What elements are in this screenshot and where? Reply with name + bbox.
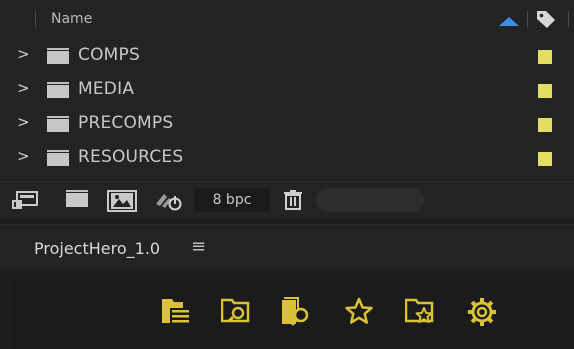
name-column-header[interactable]: Name — [51, 11, 92, 27]
column-divider — [527, 11, 528, 27]
column-header: Name — [0, 6, 574, 32]
folder-name: RESOURCES — [78, 147, 184, 167]
trash-icon[interactable] — [284, 190, 302, 214]
hero-toolbar — [12, 279, 574, 349]
interpret-footage-icon[interactable] — [12, 190, 38, 214]
label-color-swatch[interactable] — [538, 152, 552, 166]
project-settings-icon[interactable] — [154, 190, 184, 216]
new-composition-icon[interactable] — [107, 190, 137, 216]
color-depth-button[interactable]: 8 bpc — [194, 188, 270, 212]
panel-title: ProjectHero_1.0 — [34, 239, 161, 258]
sort-ascending-icon[interactable] — [499, 17, 519, 26]
label-color-swatch[interactable] — [538, 50, 552, 64]
folder-name: PRECOMPS — [78, 113, 174, 133]
chevron-right-icon[interactable]: > — [17, 79, 30, 97]
list-item[interactable]: > RESOURCES — [0, 140, 574, 174]
folder-icon — [47, 82, 69, 103]
label-tag-icon[interactable] — [535, 8, 557, 34]
folder-icon — [47, 48, 69, 69]
project-search-input[interactable] — [316, 188, 424, 212]
column-divider — [35, 11, 36, 27]
folder-search-icon[interactable] — [220, 297, 253, 329]
chevron-right-icon[interactable]: > — [17, 113, 30, 131]
folder-name: COMPS — [78, 45, 140, 65]
folder-star-icon[interactable] — [404, 297, 437, 331]
file-search-icon[interactable] — [280, 297, 312, 331]
star-icon[interactable] — [344, 297, 374, 329]
folder-icon — [47, 150, 69, 171]
list-item[interactable]: > COMPS — [0, 38, 574, 72]
label-color-swatch[interactable] — [538, 118, 552, 132]
extension-panel-header: ProjectHero_1.0 ≡ — [0, 224, 574, 271]
label-color-swatch[interactable] — [538, 84, 552, 98]
panel-menu-icon[interactable]: ≡ — [191, 236, 206, 257]
column-divider — [568, 11, 569, 27]
folder-name: MEDIA — [78, 79, 135, 99]
project-panel: Name > COMPS > MEDIA > PRECOMPS > RESOUR… — [0, 0, 574, 180]
gear-icon[interactable] — [467, 297, 497, 331]
folder-icon — [47, 116, 69, 137]
list-item[interactable]: > MEDIA — [0, 72, 574, 106]
chevron-right-icon[interactable]: > — [17, 45, 30, 63]
list-item[interactable]: > PRECOMPS — [0, 106, 574, 140]
project-toolbar: 8 bpc — [0, 181, 574, 218]
new-folder-icon[interactable] — [66, 190, 90, 212]
folder-list-icon[interactable] — [161, 297, 191, 329]
chevron-right-icon[interactable]: > — [17, 147, 30, 165]
